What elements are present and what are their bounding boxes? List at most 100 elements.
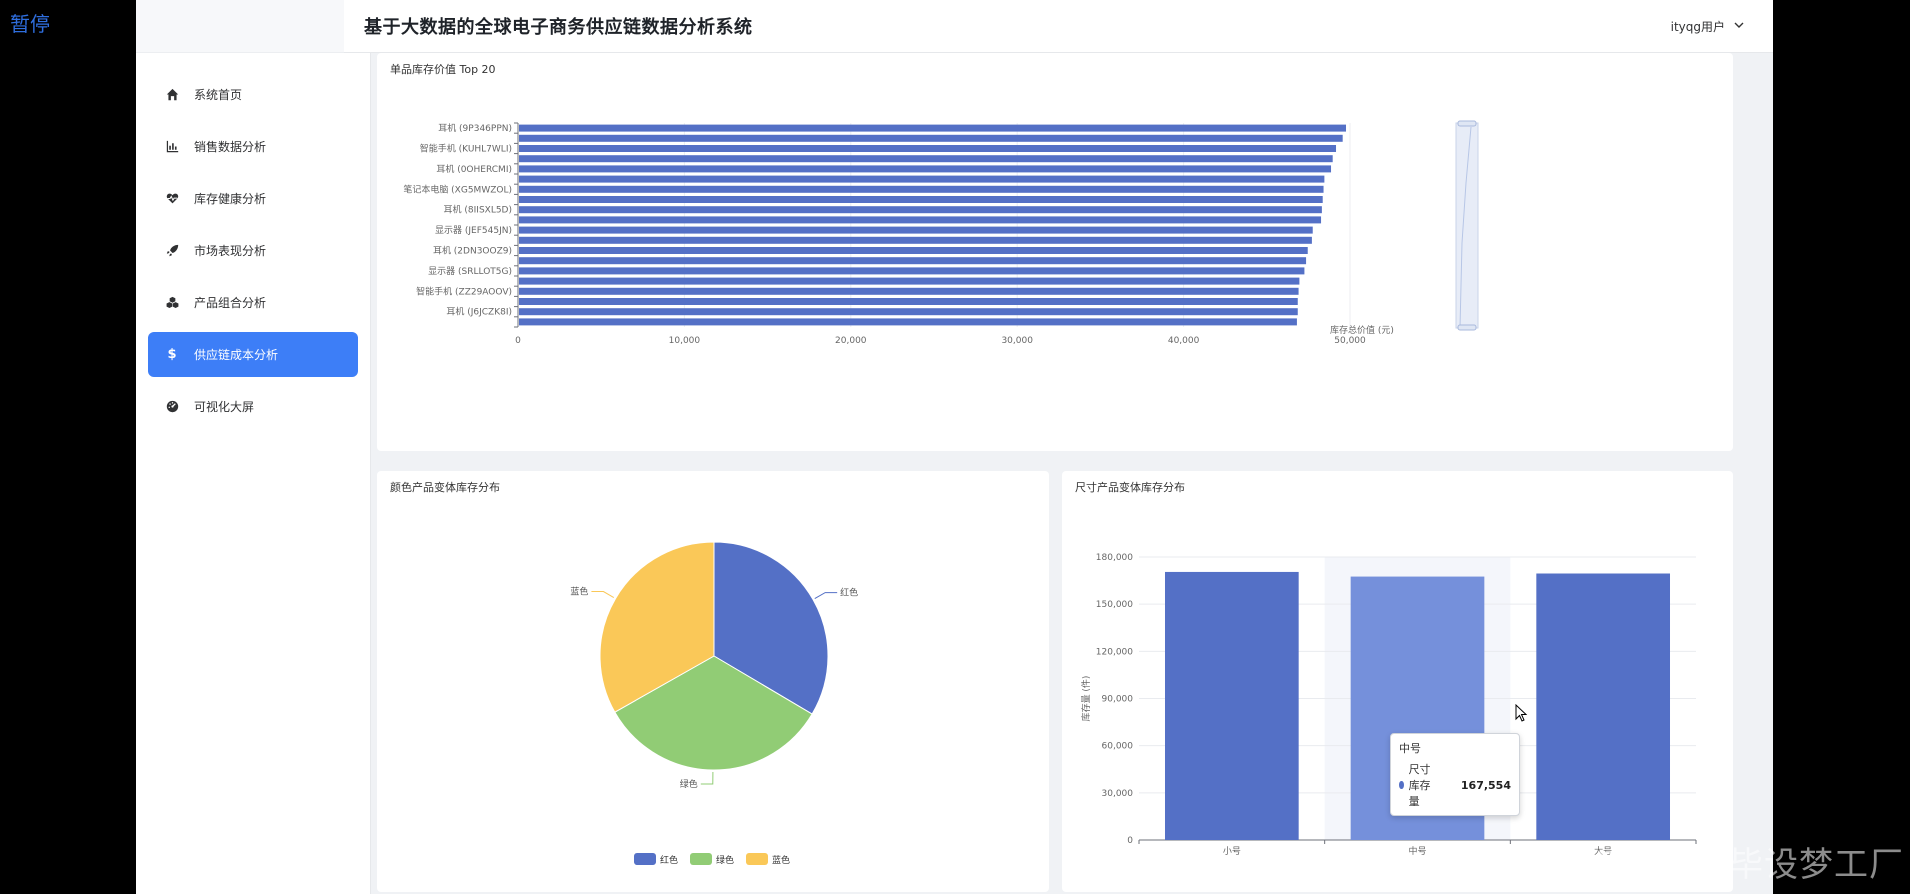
top-header: 基于大数据的全球电子商务供应链数据分析系统 ityqg用户 [344, 0, 1773, 53]
x-tick-label: 小号 [1223, 846, 1241, 857]
color-pie-chart: 红色绿色蓝色红色 绿色 蓝色 [570, 541, 858, 866]
bar [519, 267, 1305, 275]
y-tick-label: 显示器 (SRLLOT5G) [428, 266, 512, 277]
bar [519, 175, 1325, 183]
pie-label: 绿色 [680, 778, 698, 790]
home-icon [164, 87, 180, 103]
sidebar-item-bigscreen[interactable]: 可视化大屏 [148, 384, 358, 429]
bar [519, 287, 1299, 295]
watermark: CSDN @IT毕设梦工厂 [1548, 845, 1904, 885]
main-content: 单品库存价值 Top 20 0 10,000 20,000 30,000 40,000 5… [377, 53, 1773, 894]
bar [519, 318, 1297, 326]
bar [519, 196, 1323, 203]
bar [519, 257, 1307, 265]
pie-label-line [814, 592, 838, 599]
size-variant-card: 尺寸产品变体库存分布 0 30,000 60,000 90,000 120,000 150… [1062, 471, 1733, 892]
bar [519, 165, 1332, 173]
series-dot-icon [1399, 781, 1404, 789]
datazoom-track [1455, 122, 1479, 329]
y-tick-label: 150,000 [1096, 600, 1133, 610]
sidebar-item-label: 库存健康分析 [194, 192, 267, 206]
y-tick-label: 智能手机 (ZZ29AOOV) [416, 285, 512, 297]
y-tick-label: 180,000 [1096, 553, 1133, 563]
sidebar-item-market[interactable]: 市场表现分析 [148, 228, 358, 273]
sidebar-logo-area [136, 0, 370, 53]
rocket-icon [164, 243, 180, 259]
bar [519, 155, 1333, 163]
datazoom-handle [1457, 324, 1477, 331]
bar [519, 206, 1322, 214]
y-tick-label: 显示器 (JEF545JN) [435, 225, 512, 236]
chart-tooltip: 中号 尺寸库存量 167,554 [1390, 733, 1520, 816]
x-axis-title: 库存总价值 (元) [1330, 324, 1394, 336]
bar [519, 277, 1300, 285]
y-tick-label: 60,000 [1102, 742, 1134, 752]
sidebar-item-sales[interactable]: 销售数据分析 [148, 124, 358, 169]
tooltip-row: 尺寸库存量 167,554 [1399, 761, 1511, 809]
chevron-down-icon [1733, 19, 1745, 34]
sidebar-item-label: 系统首页 [194, 88, 243, 102]
y-tick-label: 耳机 (9P346PPN) [438, 122, 512, 134]
screen-border-right [1773, 0, 1910, 894]
pie-label-line [591, 591, 615, 599]
tooltip-title: 中号 [1399, 742, 1421, 755]
legend-swatch [690, 853, 712, 865]
bar [519, 134, 1343, 142]
sidebar-item-home[interactable]: 系统首页 [148, 72, 358, 117]
pie-label: 蓝色 [570, 586, 588, 598]
y-tick-label: 90,000 [1102, 695, 1134, 705]
y-tick-label: 耳机 (J6JCZK8I) [446, 306, 512, 318]
y-tick-label: 耳机 (2DN3OOZ9) [433, 245, 512, 257]
legend-label: 红色 [660, 854, 678, 866]
size-bar-chart: 0 30,000 60,000 90,000 120,000 150,000 180,000… [1080, 553, 1697, 857]
tooltip-value: 167,554 [1460, 778, 1511, 792]
bar [519, 185, 1324, 193]
x-tick-label: 30,000 [1001, 336, 1033, 346]
legend-swatch [746, 853, 768, 865]
x-tick-label: 50,000 [1334, 336, 1366, 346]
dollar-icon: $ [167, 347, 177, 362]
tooltip-series: 尺寸库存量 [1408, 763, 1431, 808]
bar [519, 124, 1347, 132]
legend-label: 绿色 [716, 854, 734, 866]
x-tick-label: 中号 [1408, 845, 1426, 857]
y-tick-label: 笔记本电脑 (XG5MWZOL) [403, 183, 512, 195]
user-menu[interactable]: ityqg用户 [1671, 18, 1745, 35]
heartbeat-icon [164, 191, 180, 207]
bar [519, 145, 1337, 152]
pie-label-line [700, 771, 714, 785]
page-title: 基于大数据的全球电子商务供应链数据分析系统 [364, 17, 753, 38]
sidebar-item-portfolio[interactable]: 产品组合分析 [148, 280, 358, 325]
datazoom-handle [1457, 120, 1477, 127]
sidebar-item-inventory[interactable]: 库存健康分析 [148, 176, 358, 221]
top20-inventory-card: 单品库存价值 Top 20 0 10,000 20,000 30,000 40,000 5… [377, 53, 1733, 451]
app-window: 系统首页 销售数据分析 库存健康分析 市场表现分析 产品组合分析 $ 供应链成本… [136, 0, 1773, 894]
top20-bar-chart: 0 10,000 20,000 30,000 40,000 50,000 耳机 (9P346… [403, 120, 1479, 346]
y-tick-label: 0 [1127, 836, 1133, 846]
bar [519, 226, 1313, 234]
y-tick-label: 30,000 [1102, 789, 1134, 799]
sidebar-item-label: 市场表现分析 [194, 244, 267, 258]
bar [1536, 573, 1671, 840]
legend-label: 蓝色 [772, 854, 790, 866]
sidebar: 系统首页 销售数据分析 库存健康分析 市场表现分析 产品组合分析 $ 供应链成本… [136, 0, 371, 894]
bar [519, 298, 1298, 305]
mouse-cursor-icon [1515, 704, 1528, 722]
bar [519, 236, 1312, 244]
user-name: ityqg用户 [1670, 20, 1725, 34]
sidebar-item-supply-cost[interactable]: $ 供应链成本分析 [148, 332, 358, 377]
legend-swatch [634, 853, 656, 865]
y-tick-label: 120,000 [1096, 647, 1133, 657]
y-tick-label: 耳机 (0OHERCMI) [436, 163, 512, 175]
x-tick-label: 40,000 [1168, 336, 1200, 346]
bar-chart-icon [164, 139, 180, 155]
bar [519, 247, 1308, 254]
x-tick-label: 20,000 [835, 336, 867, 346]
dashboard-icon [164, 399, 180, 415]
cubes-icon [164, 295, 180, 311]
x-tick-label: 0 [515, 336, 521, 346]
y-tick-label: 耳机 (8IISXL5D) [444, 204, 512, 216]
sidebar-item-label: 供应链成本分析 [194, 348, 279, 362]
sidebar-nav: 系统首页 销售数据分析 库存健康分析 市场表现分析 产品组合分析 $ 供应链成本… [136, 53, 370, 429]
bar [519, 308, 1298, 316]
